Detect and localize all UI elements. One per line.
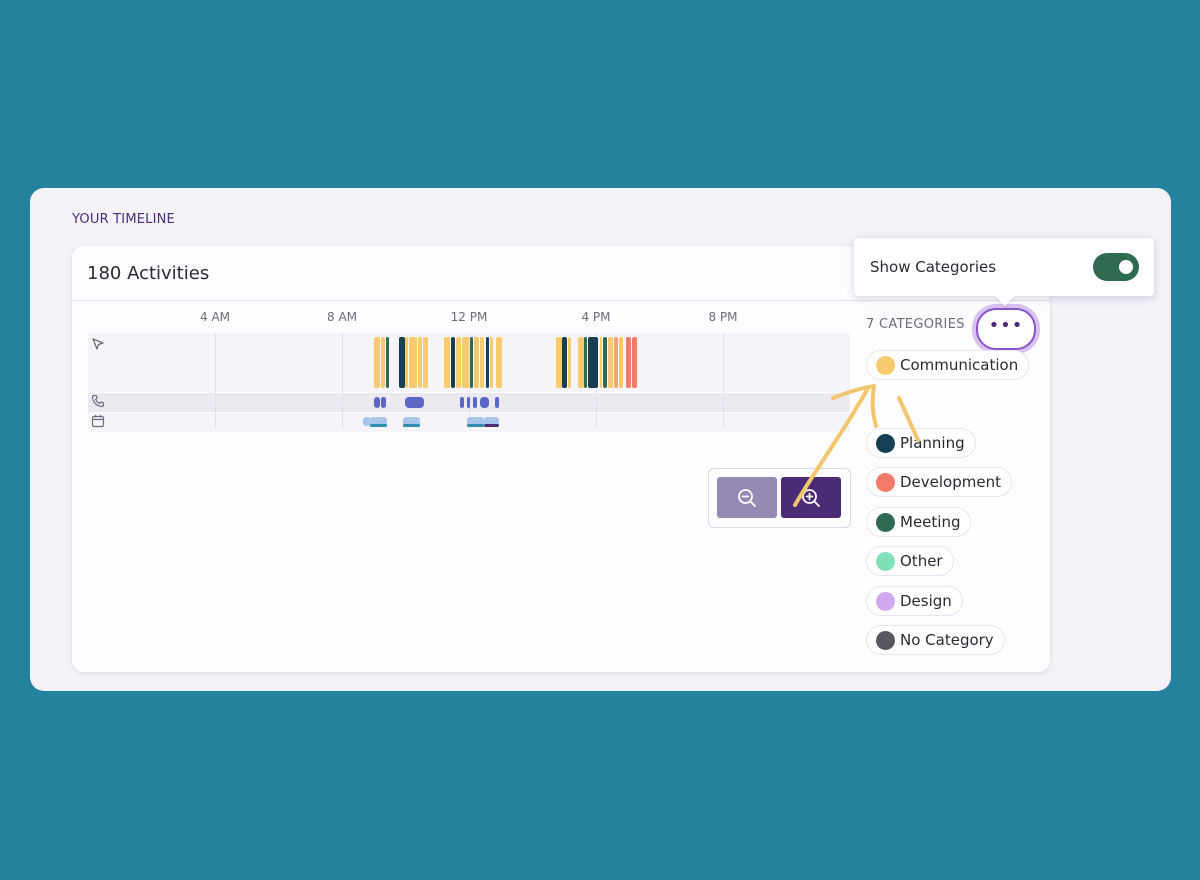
zoom-out-icon: [738, 488, 756, 507]
timeline-card: 180 Activities 4 AM 8 AM 12 PM 4 PM 8 PM: [72, 246, 1050, 672]
zoom-controls: [708, 468, 851, 528]
category-label: Other: [900, 552, 943, 570]
show-categories-popover: Show Categories: [854, 238, 1154, 296]
more-options-button[interactable]: •••: [976, 308, 1036, 350]
category-dot: [876, 551, 895, 571]
more-icon: •••: [988, 315, 1024, 336]
meeting-block[interactable]: [370, 424, 387, 427]
hour-label: 4 PM: [581, 310, 611, 324]
activity-bar[interactable]: [480, 337, 484, 388]
zoom-in-button[interactable]: [781, 477, 841, 518]
show-categories-label: Show Categories: [870, 258, 997, 276]
activity-bar[interactable]: [603, 337, 607, 388]
activity-bar[interactable]: [405, 337, 408, 388]
call-block[interactable]: [374, 397, 380, 408]
activity-bar[interactable]: [490, 337, 493, 388]
activity-bar[interactable]: [418, 337, 422, 388]
category-dot: [876, 472, 895, 492]
activity-bar[interactable]: [470, 337, 473, 388]
call-block[interactable]: [381, 397, 386, 408]
header-divider: [72, 300, 1050, 301]
category-chip-communication[interactable]: Communication: [866, 350, 1030, 380]
activity-bar[interactable]: [584, 337, 587, 388]
category-chip-design[interactable]: Design: [866, 586, 963, 616]
category-chip-other[interactable]: Other: [866, 546, 954, 576]
call-block[interactable]: [495, 397, 499, 408]
activity-bar[interactable]: [409, 337, 417, 388]
category-label: Meeting: [900, 513, 961, 531]
activity-bar[interactable]: [568, 337, 571, 388]
grid-line: [342, 333, 343, 429]
grid-line: [215, 333, 216, 429]
activity-bar[interactable]: [486, 337, 489, 388]
hour-label: 8 PM: [708, 310, 738, 324]
meeting-block[interactable]: [484, 424, 499, 427]
meeting-block[interactable]: [467, 424, 484, 427]
category-label: No Category: [900, 631, 994, 649]
activity-bar[interactable]: [381, 337, 385, 388]
category-dot: [876, 433, 895, 453]
categories-count: 7 CATEGORIES: [866, 317, 965, 332]
category-label: Design: [900, 592, 952, 610]
category-chip-development[interactable]: Development: [866, 467, 1012, 497]
activity-bar[interactable]: [444, 337, 450, 388]
activity-bar[interactable]: [632, 337, 637, 388]
call-block[interactable]: [467, 397, 470, 408]
phone-icon: [91, 394, 105, 408]
show-categories-toggle[interactable]: [1093, 253, 1139, 281]
activity-bar[interactable]: [451, 337, 455, 388]
category-chip-planning[interactable]: Planning: [866, 428, 976, 458]
hour-label: 8 AM: [326, 310, 358, 324]
category-dot: [876, 355, 895, 375]
section-title: YOUR TIMELINE: [72, 212, 175, 227]
activity-bar[interactable]: [608, 337, 613, 388]
call-block[interactable]: [480, 397, 489, 408]
activity-bar[interactable]: [588, 337, 598, 388]
category-label: Development: [900, 473, 1001, 491]
activities-count: 180 Activities: [87, 263, 210, 284]
category-chip-meeting[interactable]: Meeting: [866, 507, 972, 537]
activity-bar[interactable]: [619, 337, 623, 388]
toggle-knob: [1119, 260, 1133, 274]
category-dot: [876, 591, 895, 611]
activity-bar[interactable]: [496, 337, 502, 388]
category-chip-no-category[interactable]: No Category: [866, 625, 1005, 655]
call-block[interactable]: [460, 397, 464, 408]
zoom-out-button[interactable]: [717, 477, 777, 518]
category-label: Planning: [900, 434, 965, 452]
cursor-icon: [91, 337, 105, 351]
activity-bar[interactable]: [474, 337, 479, 388]
activity-bar[interactable]: [462, 337, 469, 388]
zoom-in-icon: [802, 488, 820, 507]
category-label: Communication: [900, 356, 1019, 374]
activity-bar[interactable]: [456, 337, 461, 388]
activity-bar[interactable]: [614, 337, 618, 388]
category-dot: [876, 512, 895, 532]
hour-label: 4 AM: [199, 310, 231, 324]
call-block[interactable]: [473, 397, 477, 408]
hour-label: 12 PM: [450, 310, 488, 324]
call-block[interactable]: [405, 397, 424, 408]
grid-line: [723, 333, 724, 429]
activity-bar[interactable]: [562, 337, 567, 388]
activity-bar[interactable]: [386, 337, 389, 388]
activity-bar[interactable]: [423, 337, 428, 388]
category-dot: [876, 630, 895, 650]
activity-bar[interactable]: [626, 337, 631, 388]
activity-bar[interactable]: [600, 337, 602, 388]
calendar-icon: [91, 414, 105, 428]
activity-bar[interactable]: [374, 337, 380, 388]
meeting-block[interactable]: [403, 424, 420, 427]
